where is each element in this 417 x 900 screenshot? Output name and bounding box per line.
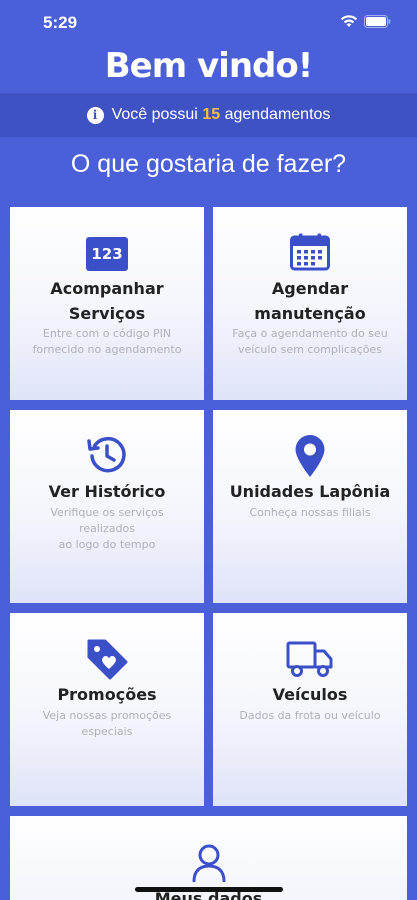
wifi-icon [340,14,358,33]
card-desc-line1: Faça o agendamento do seu [232,327,388,340]
card-title: Agendar manutenção [219,276,401,326]
history-icon [10,434,204,476]
pin-code-icon-text: 123 [86,237,128,271]
card-description: Veja nossas promoções especiais [24,708,190,740]
card-title-line2: Serviços [68,304,146,323]
card-desc-line1: Entre com o código PIN [42,327,172,340]
user-icon [10,844,407,882]
card-title-line2: manutenção [254,304,366,323]
card-title: Ver Histórico [48,482,166,501]
card-desc-line2: especiais [81,725,133,738]
card-title-line1: Acompanhar [50,279,164,298]
card-description: Entre com o código PIN fornecido no agen… [24,326,190,358]
card-desc-line1: Verifique os serviços realizados [50,506,164,535]
card-promotions[interactable]: Promoções Veja nossas promoções especiai… [10,613,204,806]
info-prefix: Você possui [111,106,198,123]
calendar-icon [213,233,407,271]
section-question: O que gostaria de fazer? [70,150,347,178]
page-title: Bem vindo! [104,46,313,86]
card-history[interactable]: Ver Histórico Verifique os serviços real… [10,410,204,603]
battery-icon [364,14,391,33]
home-indicator[interactable] [135,887,283,892]
card-desc-line2: ao logo do tempo [58,538,156,551]
info-icon: i [86,106,104,124]
status-time: 5:29 [43,13,78,32]
card-title-line1: Agendar [271,279,349,298]
card-title: Unidades Lapônia [229,482,391,501]
appointments-count: 15 [202,106,221,123]
location-pin-icon [213,434,407,478]
card-description: Faça o agendamento do seu veículo sem co… [227,326,393,358]
appointments-info-bar: i Você possui 15 agendamentos [0,93,417,137]
card-desc-line1: Veja nossas promoções [42,709,172,722]
card-title: Veículos [272,685,348,704]
card-schedule-maintenance[interactable]: Agendar manutenção Faça o agendamento do… [213,207,407,400]
card-title: Acompanhar Serviços [16,276,198,326]
appointments-info-text: Você possui 15 agendamentos [112,106,331,124]
pin-code-icon: 123 [10,237,204,271]
card-branches[interactable]: Unidades Lapônia Conheça nossas filiais [213,410,407,603]
card-track-services[interactable]: 123 Acompanhar Serviços Entre com o códi… [10,207,204,400]
card-description: Dados da frota ou veículo [239,709,381,722]
info-suffix: agendamentos [224,106,331,123]
promo-tag-icon [10,637,204,681]
status-icons [340,14,391,33]
card-desc-line2: fornecido no agendamento [32,343,182,356]
status-bar: 5:29 [0,0,417,44]
card-description: Verifique os serviços realizados ao logo… [24,505,190,553]
card-description: Conheça nossas filiais [249,506,371,519]
truck-icon [213,639,407,679]
card-title: Promoções [57,685,157,704]
card-vehicles[interactable]: Veículos Dados da frota ou veículo [213,613,407,806]
card-desc-line2: veículo sem complicações [238,343,382,356]
